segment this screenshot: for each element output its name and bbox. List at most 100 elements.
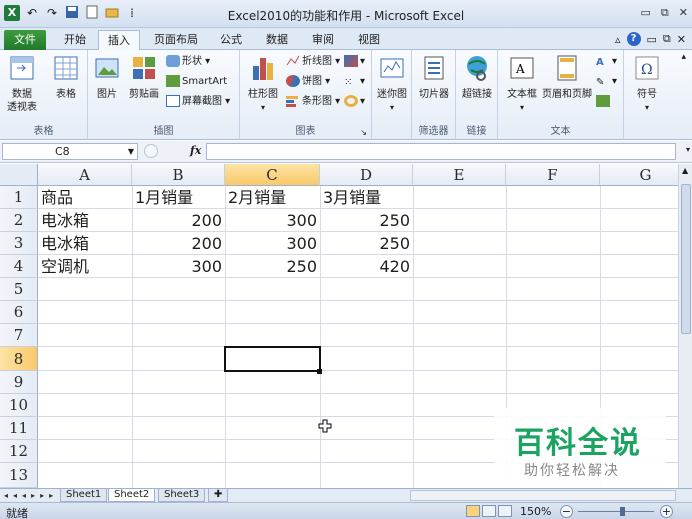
cell-D4[interactable]: 420 bbox=[320, 255, 413, 278]
help-icon[interactable]: ? bbox=[626, 32, 641, 46]
zoom-slider-thumb[interactable] bbox=[620, 507, 625, 516]
hyperlink-button[interactable]: 超链接 bbox=[459, 54, 495, 101]
object-button[interactable] bbox=[596, 94, 612, 110]
shapes-button[interactable]: 形状 ▾ bbox=[166, 54, 210, 70]
row-header-2[interactable]: 2 bbox=[0, 209, 38, 232]
cell-A1[interactable]: 商品 bbox=[38, 186, 132, 209]
clipart-button[interactable]: 剪贴画 bbox=[126, 54, 162, 101]
sheet-tab-1[interactable]: Sheet1 bbox=[60, 489, 108, 502]
pie-chart-button[interactable]: 饼图 ▾ bbox=[286, 74, 330, 90]
area-chart-button[interactable]: ▾ bbox=[344, 54, 365, 70]
horizontal-scrollbar[interactable] bbox=[410, 490, 676, 501]
scroll-up-icon[interactable]: ▲ bbox=[682, 166, 688, 175]
sheet-tab-3[interactable]: Sheet3 bbox=[158, 489, 206, 502]
picture-button[interactable]: 图片 bbox=[92, 54, 122, 101]
normal-view-icon[interactable] bbox=[466, 505, 480, 517]
sparklines-button[interactable]: 迷你图 ▾ bbox=[374, 54, 410, 114]
tab-review[interactable]: 审阅 bbox=[304, 30, 342, 50]
insert-sheet-button[interactable]: ✚ bbox=[208, 489, 229, 502]
row-header-5[interactable]: 5 bbox=[0, 278, 38, 301]
minimize-icon[interactable]: ▭ bbox=[641, 6, 651, 20]
expand-formula-icon[interactable]: ▾ bbox=[686, 145, 690, 154]
ribbon-scroll-icon[interactable]: ▴ bbox=[681, 52, 686, 62]
cell-D2[interactable]: 250 bbox=[320, 209, 413, 232]
tab-insert[interactable]: 插入 bbox=[98, 30, 140, 51]
textbox-button[interactable]: A 文本框 ▾ bbox=[502, 54, 542, 114]
row-header-9[interactable]: 9 bbox=[0, 371, 38, 394]
slicer-button[interactable]: 切片器 bbox=[416, 54, 452, 101]
charts-dialog-launcher-icon[interactable]: ↘ bbox=[360, 128, 367, 137]
row-header-4[interactable]: 4 bbox=[0, 255, 38, 278]
row-header-3[interactable]: 3 bbox=[0, 232, 38, 255]
cell-A2[interactable]: 电冰箱 bbox=[38, 209, 132, 232]
line-chart-button[interactable]: 折线图 ▾ bbox=[286, 54, 340, 70]
row-header-7[interactable]: 7 bbox=[0, 324, 38, 347]
zoom-in-icon[interactable]: + bbox=[660, 505, 673, 518]
zoom-level[interactable]: 150% bbox=[520, 505, 551, 518]
cell-D1[interactable]: 3月销量 bbox=[320, 186, 413, 209]
active-cell-C8[interactable] bbox=[224, 346, 321, 372]
vertical-scroll-thumb[interactable] bbox=[681, 184, 691, 334]
tab-formulas[interactable]: 公式 bbox=[212, 30, 250, 50]
sheet-tab-2[interactable]: Sheet2 bbox=[108, 489, 156, 502]
other-charts-button[interactable]: ▾ bbox=[344, 94, 365, 110]
select-all-corner[interactable] bbox=[0, 164, 38, 186]
row-header-11[interactable]: 11 bbox=[0, 417, 38, 440]
vertical-scrollbar[interactable]: ▲ bbox=[678, 164, 692, 488]
screenshot-button[interactable]: 屏幕截图 ▾ bbox=[166, 94, 230, 110]
row-header-13[interactable]: 13 bbox=[0, 463, 38, 488]
column-header-B[interactable]: B bbox=[132, 164, 225, 186]
signature-line-button[interactable]: ✎ ▾ bbox=[596, 74, 617, 90]
cell-C3[interactable]: 300 bbox=[225, 232, 320, 255]
cell-C1[interactable]: 2月销量 bbox=[225, 186, 320, 209]
row-header-1[interactable]: 1 bbox=[0, 186, 38, 209]
close-icon[interactable]: ✕ bbox=[679, 6, 688, 20]
ribbon-collapse-icon[interactable]: ▵ bbox=[615, 33, 621, 46]
column-header-D[interactable]: D bbox=[320, 164, 413, 186]
fill-handle[interactable] bbox=[317, 369, 322, 374]
wordart-button[interactable]: A ▾ bbox=[596, 54, 617, 70]
tab-home[interactable]: 开始 bbox=[56, 30, 94, 50]
tab-data[interactable]: 数据 bbox=[258, 30, 296, 50]
cell-B4[interactable]: 300 bbox=[132, 255, 225, 278]
name-box[interactable]: C8 ▼ bbox=[2, 143, 138, 160]
column-header-E[interactable]: E bbox=[413, 164, 506, 186]
insert-function-button[interactable]: fx bbox=[190, 144, 201, 157]
tab-page-layout[interactable]: 页面布局 bbox=[148, 30, 204, 50]
page-break-view-icon[interactable] bbox=[498, 505, 512, 517]
cell-C2[interactable]: 300 bbox=[225, 209, 320, 232]
row-header-10[interactable]: 10 bbox=[0, 394, 38, 417]
zoom-slider[interactable] bbox=[578, 511, 654, 512]
column-header-A[interactable]: A bbox=[38, 164, 132, 186]
scatter-chart-button[interactable]: ⁙ ▾ bbox=[344, 74, 365, 90]
formula-input[interactable] bbox=[206, 143, 676, 160]
cell-D3[interactable]: 250 bbox=[320, 232, 413, 255]
doc-minimize-icon[interactable]: ▭ bbox=[647, 33, 657, 46]
row-header-6[interactable]: 6 bbox=[0, 301, 38, 324]
name-box-dropdown-icon[interactable]: ▼ bbox=[128, 144, 134, 159]
doc-restore-icon[interactable]: ⧉ bbox=[663, 32, 671, 46]
formula-bar-resize-handle[interactable] bbox=[144, 144, 158, 158]
bar-chart-button[interactable]: 条形图 ▾ bbox=[286, 94, 340, 110]
zoom-out-icon[interactable]: − bbox=[560, 505, 573, 518]
pivot-table-button[interactable]: 数据 透视表 bbox=[4, 54, 40, 114]
doc-close-icon[interactable]: ✕ bbox=[677, 33, 686, 46]
column-header-C[interactable]: C bbox=[225, 164, 320, 186]
symbol-button[interactable]: Ω 符号 ▾ bbox=[629, 54, 665, 114]
smartart-button[interactable]: SmartArt bbox=[166, 74, 227, 90]
cell-B1[interactable]: 1月销量 bbox=[132, 186, 225, 209]
column-chart-button[interactable]: 柱形图 ▾ bbox=[244, 54, 282, 114]
tab-view[interactable]: 视图 bbox=[350, 30, 388, 50]
cell-A3[interactable]: 电冰箱 bbox=[38, 232, 132, 255]
sheet-nav-buttons[interactable]: ◂◂◂▸▸▸ bbox=[4, 489, 58, 502]
table-button[interactable]: 表格 bbox=[48, 54, 84, 101]
column-header-F[interactable]: F bbox=[506, 164, 600, 186]
row-header-8[interactable]: 8 bbox=[0, 347, 38, 371]
row-header-12[interactable]: 12 bbox=[0, 440, 38, 463]
cell-C4[interactable]: 250 bbox=[225, 255, 320, 278]
restore-icon[interactable]: ⧉ bbox=[661, 6, 669, 20]
header-footer-button[interactable]: 页眉和页脚 bbox=[542, 54, 592, 101]
cell-B3[interactable]: 200 bbox=[132, 232, 225, 255]
cell-B2[interactable]: 200 bbox=[132, 209, 225, 232]
page-layout-view-icon[interactable] bbox=[482, 505, 496, 517]
